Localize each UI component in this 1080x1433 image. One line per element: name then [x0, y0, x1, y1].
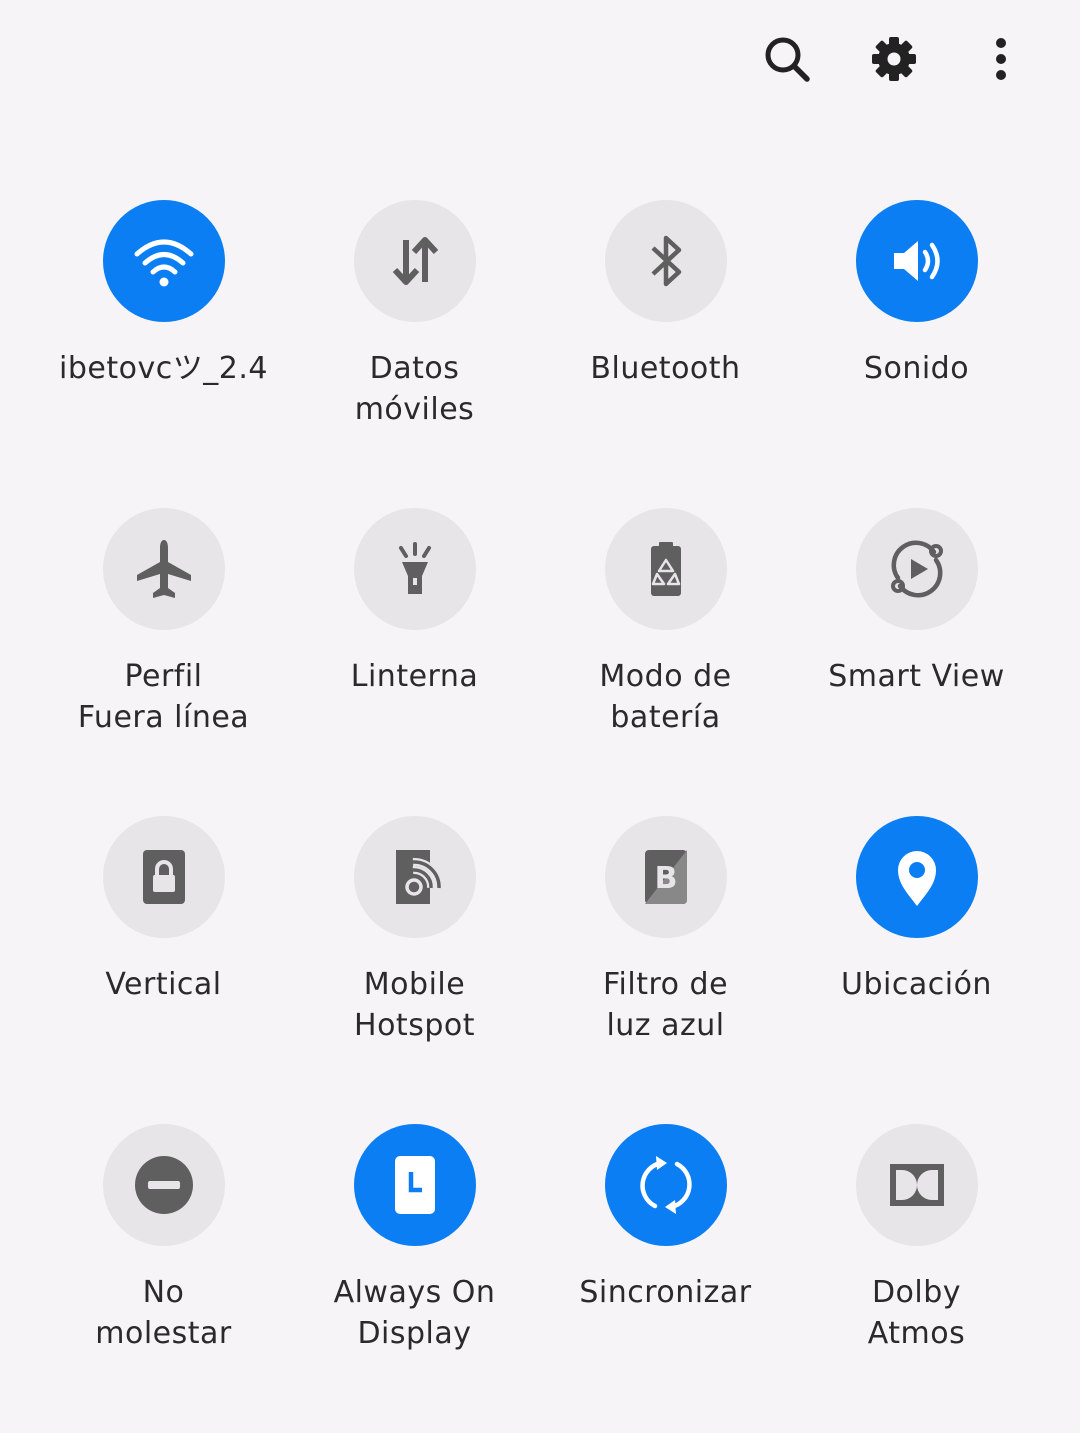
tile-label: Vertical: [105, 967, 222, 1002]
flashlight-icon: [398, 542, 431, 594]
more-options-icon[interactable]: [970, 28, 1032, 90]
tile-toggle-button[interactable]: B: [604, 816, 727, 938]
tile-rotation-lock[interactable]: Vertical: [38, 816, 289, 1124]
tile-toggle-button[interactable]: [353, 1124, 476, 1246]
tile-airplane[interactable]: Perfil Fuera línea: [38, 508, 289, 816]
do-not-disturb-icon: [134, 1156, 193, 1214]
tile-label: Linterna: [350, 659, 479, 694]
tile-hotspot[interactable]: Mobile Hotspot: [289, 816, 540, 1124]
tile-toggle-button[interactable]: [855, 200, 978, 322]
gear-icon[interactable]: [863, 28, 925, 90]
tile-flashlight[interactable]: Linterna: [289, 508, 540, 816]
tile-toggle-button[interactable]: [353, 508, 476, 630]
tile-label: Mobile Hotspot: [354, 967, 475, 1043]
tile-label: Perfil Fuera línea: [77, 659, 250, 735]
tile-toggle-button[interactable]: [102, 200, 225, 322]
tile-battery-mode[interactable]: Modo de batería: [540, 508, 791, 816]
tile-always-on-display[interactable]: Always On Display: [289, 1124, 540, 1432]
location-icon: [897, 851, 936, 906]
tile-label: Filtro de luz azul: [602, 967, 729, 1043]
tile-dolby[interactable]: Dolby Atmos: [791, 1124, 1042, 1432]
always-on-display-icon: [394, 1156, 435, 1214]
tile-sync[interactable]: Sincronizar: [540, 1124, 791, 1432]
rotation-lock-icon: [142, 850, 185, 904]
sync-icon: [639, 1156, 692, 1214]
tile-bluetooth[interactable]: Bluetooth: [540, 200, 791, 508]
tile-label: No molestar: [95, 1275, 232, 1351]
tile-toggle-button[interactable]: [353, 200, 476, 322]
tile-toggle-button[interactable]: [855, 1124, 978, 1246]
tile-label: Bluetooth: [590, 351, 741, 386]
search-icon[interactable]: [756, 28, 818, 90]
smart-view-icon: [890, 540, 943, 598]
battery-mode-icon: [650, 542, 681, 596]
tile-toggle-button[interactable]: [604, 1124, 727, 1246]
tile-do-not-disturb[interactable]: No molestar: [38, 1124, 289, 1432]
tile-toggle-button[interactable]: [102, 1124, 225, 1246]
dolby-icon: [889, 1164, 944, 1206]
quick-panel-header: [0, 0, 1080, 120]
tile-toggle-button[interactable]: [102, 816, 225, 938]
tile-toggle-button[interactable]: [604, 200, 727, 322]
bluetooth-icon: [650, 235, 681, 287]
tile-label: Ubicación: [841, 967, 992, 1002]
tile-sound[interactable]: Sonido: [791, 200, 1042, 508]
tile-label: Datos móviles: [354, 351, 475, 427]
tile-wifi[interactable]: ibetovcツ_2.4: [38, 200, 289, 508]
tile-label: Smart View: [828, 659, 1005, 694]
hotspot-icon: [395, 850, 443, 904]
tile-mobile-data[interactable]: Datos móviles: [289, 200, 540, 508]
svg-text:B: B: [654, 861, 677, 896]
tile-label: Modo de batería: [599, 659, 732, 735]
tile-location[interactable]: Ubicación: [791, 816, 1042, 1124]
tile-label: Sonido: [863, 351, 970, 386]
tile-toggle-button[interactable]: [102, 508, 225, 630]
blue-light-filter-icon: B: [644, 850, 687, 904]
wifi-icon: [134, 239, 193, 287]
tile-blue-light-filter[interactable]: B Filtro de luz azul: [540, 816, 791, 1124]
sound-icon: [893, 241, 940, 281]
airplane-icon: [136, 540, 191, 598]
tile-toggle-button[interactable]: [855, 816, 978, 938]
tile-label: ibetovcツ_2.4: [59, 351, 268, 386]
tile-toggle-button[interactable]: [604, 508, 727, 630]
tile-label: Always On Display: [333, 1275, 496, 1351]
mobile-data-icon: [392, 237, 438, 285]
quick-settings-grid: ibetovcツ_2.4 Datos móviles Bluetooth Son…: [38, 200, 1042, 1432]
tile-label: Dolby Atmos: [867, 1275, 966, 1351]
tile-label: Sincronizar: [579, 1275, 752, 1310]
tile-smart-view[interactable]: Smart View: [791, 508, 1042, 816]
tile-toggle-button[interactable]: [353, 816, 476, 938]
tile-toggle-button[interactable]: [855, 508, 978, 630]
